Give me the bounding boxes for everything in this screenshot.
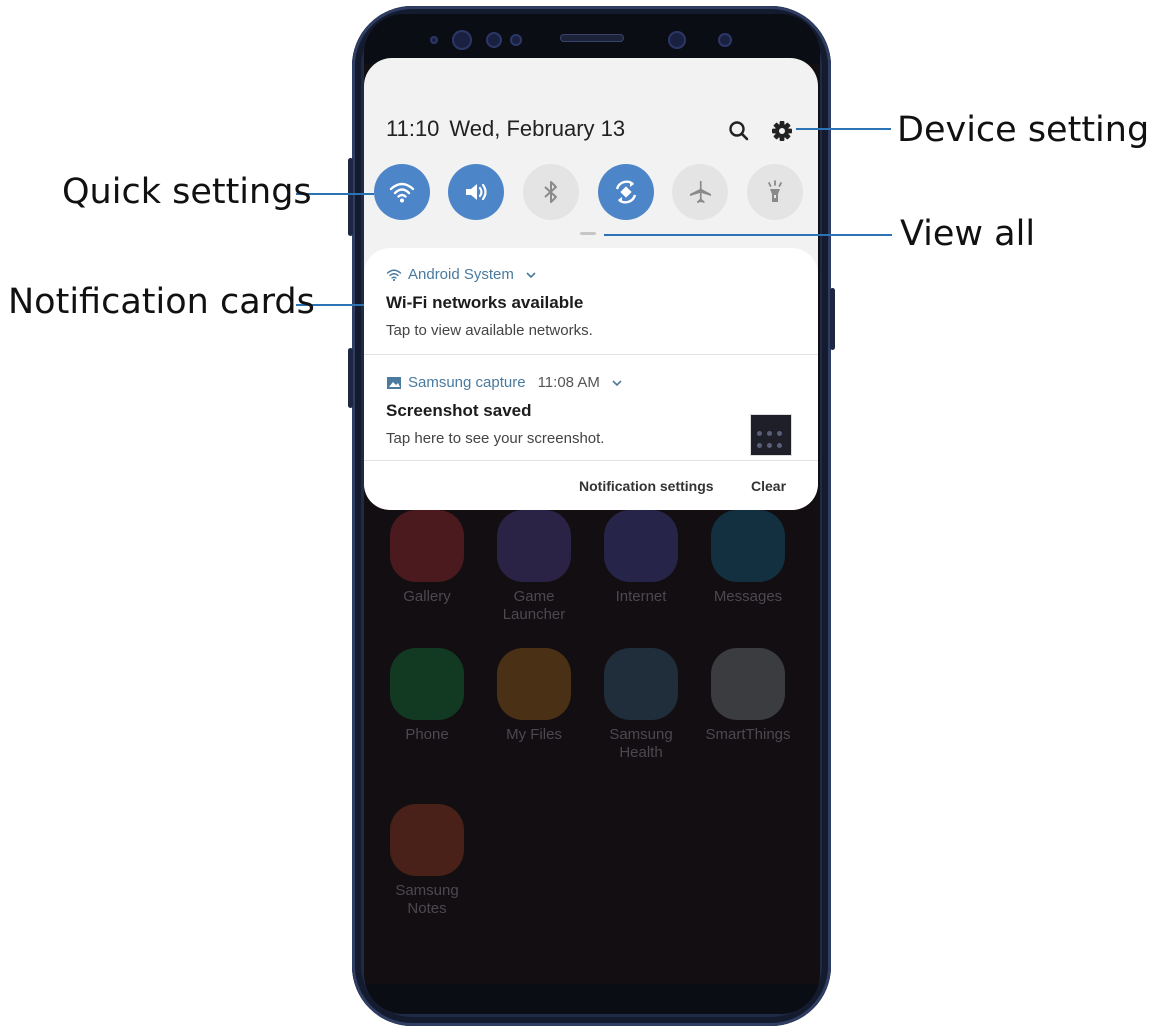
notification-title: Screenshot saved — [386, 401, 532, 420]
app-my-files[interactable]: My Files — [481, 648, 587, 744]
chevron-down-icon[interactable] — [524, 270, 538, 280]
sound-icon — [466, 183, 487, 201]
app-icon — [604, 648, 678, 720]
volume-button — [348, 348, 353, 408]
screenshot-thumbnail[interactable] — [750, 414, 792, 456]
view-all-handle[interactable] — [580, 232, 596, 235]
app-icon — [390, 510, 464, 582]
panel-header: 11:10 Wed, February 13 — [386, 116, 796, 146]
airplane-mode-toggle[interactable] — [672, 164, 728, 220]
app-gallery[interactable]: Gallery — [374, 510, 480, 606]
app-label: SmartThings — [705, 726, 791, 743]
wifi-icon — [389, 182, 415, 203]
gear-icon[interactable] — [769, 118, 795, 144]
app-icon — [390, 648, 464, 720]
auto-rotate-icon — [615, 180, 637, 204]
front-camera-icon — [668, 31, 686, 49]
bluetooth-toggle[interactable] — [523, 164, 579, 220]
notification-card-screenshot[interactable]: Samsung capture 11:08 AM Screenshot save… — [386, 374, 796, 456]
app-icon — [711, 510, 785, 582]
app-samsung-notes[interactable]: Samsung Notes — [374, 804, 480, 918]
notification-app-name: Samsung capture — [408, 374, 526, 391]
divider — [364, 460, 818, 461]
app-samsung-health[interactable]: Samsung Health — [588, 648, 694, 762]
wifi-icon — [386, 269, 402, 281]
auto-rotate-toggle[interactable] — [598, 164, 654, 220]
sound-toggle[interactable] — [448, 164, 504, 220]
earpiece-speaker — [560, 34, 624, 42]
app-icon — [711, 648, 785, 720]
app-icon — [604, 510, 678, 582]
notification-app-name: Android System — [408, 266, 514, 283]
iris-scanner-icon — [452, 30, 472, 50]
notification-cards-callout: Notification cards — [8, 282, 315, 322]
sensor-icon — [510, 34, 522, 46]
divider — [364, 354, 818, 355]
notification-cards: Android System Wi-Fi networks available … — [364, 248, 818, 510]
clock: 11:10 Wed, February 13 — [386, 116, 625, 142]
app-label: Samsung Notes — [395, 882, 459, 917]
app-label: Game Launcher — [502, 588, 566, 623]
view-all-leader — [604, 234, 892, 236]
view-all-callout: View all — [900, 214, 1036, 254]
app-label: Internet — [615, 588, 667, 605]
quick-settings-callout: Quick settings — [62, 172, 312, 212]
quick-settings-row — [364, 164, 818, 220]
notification-card-wifi[interactable]: Android System Wi-Fi networks available … — [386, 266, 796, 339]
top-bezel — [364, 14, 820, 64]
app-icon — [497, 648, 571, 720]
app-internet[interactable]: Internet — [588, 510, 694, 606]
app-messages[interactable]: Messages — [695, 510, 801, 606]
notification-body: Tap to view available networks. — [386, 322, 593, 339]
notification-panel: 11:10 Wed, February 13 Android System Wi… — [364, 58, 818, 510]
bixby-button — [348, 158, 353, 236]
sensor-icon — [486, 32, 502, 48]
notification-body: Tap here to see your screenshot. — [386, 430, 605, 447]
search-icon[interactable] — [726, 118, 752, 144]
image-icon — [387, 376, 401, 389]
app-game-launcher[interactable]: Game Launcher — [481, 510, 587, 624]
sensor-icon — [718, 33, 732, 47]
clock-date: Wed, February 13 — [449, 116, 626, 141]
notification-settings-button[interactable]: Notification settings — [579, 478, 714, 494]
notification-title: Wi-Fi networks available — [386, 293, 584, 312]
app-label: Phone — [405, 726, 449, 743]
app-label: Gallery — [403, 588, 451, 605]
notification-app-row: Android System — [386, 266, 796, 283]
app-label: Messages — [713, 588, 783, 605]
bottom-bezel — [364, 984, 820, 1014]
bluetooth-icon — [544, 181, 557, 203]
flashlight-icon — [768, 180, 782, 202]
app-icon — [390, 804, 464, 876]
sensor-icon — [430, 36, 438, 44]
device-settings-callout: Device settings — [897, 110, 1151, 150]
app-label: Samsung Health — [609, 726, 673, 761]
chevron-down-icon[interactable] — [610, 378, 624, 388]
app-icon — [497, 510, 571, 582]
device-settings-leader — [796, 128, 891, 130]
power-button — [830, 288, 835, 350]
app-smartthings[interactable]: SmartThings — [695, 648, 801, 744]
airplane-mode-icon — [690, 181, 711, 203]
app-label: My Files — [506, 726, 562, 743]
clock-time: 11:10 — [386, 116, 440, 141]
clear-button[interactable]: Clear — [751, 478, 786, 494]
notification-time: 11:08 AM — [537, 374, 600, 391]
app-phone[interactable]: Phone — [374, 648, 480, 744]
flashlight-toggle[interactable] — [747, 164, 803, 220]
wifi-toggle[interactable] — [374, 164, 430, 220]
notification-app-row: Samsung capture 11:08 AM — [386, 374, 796, 391]
